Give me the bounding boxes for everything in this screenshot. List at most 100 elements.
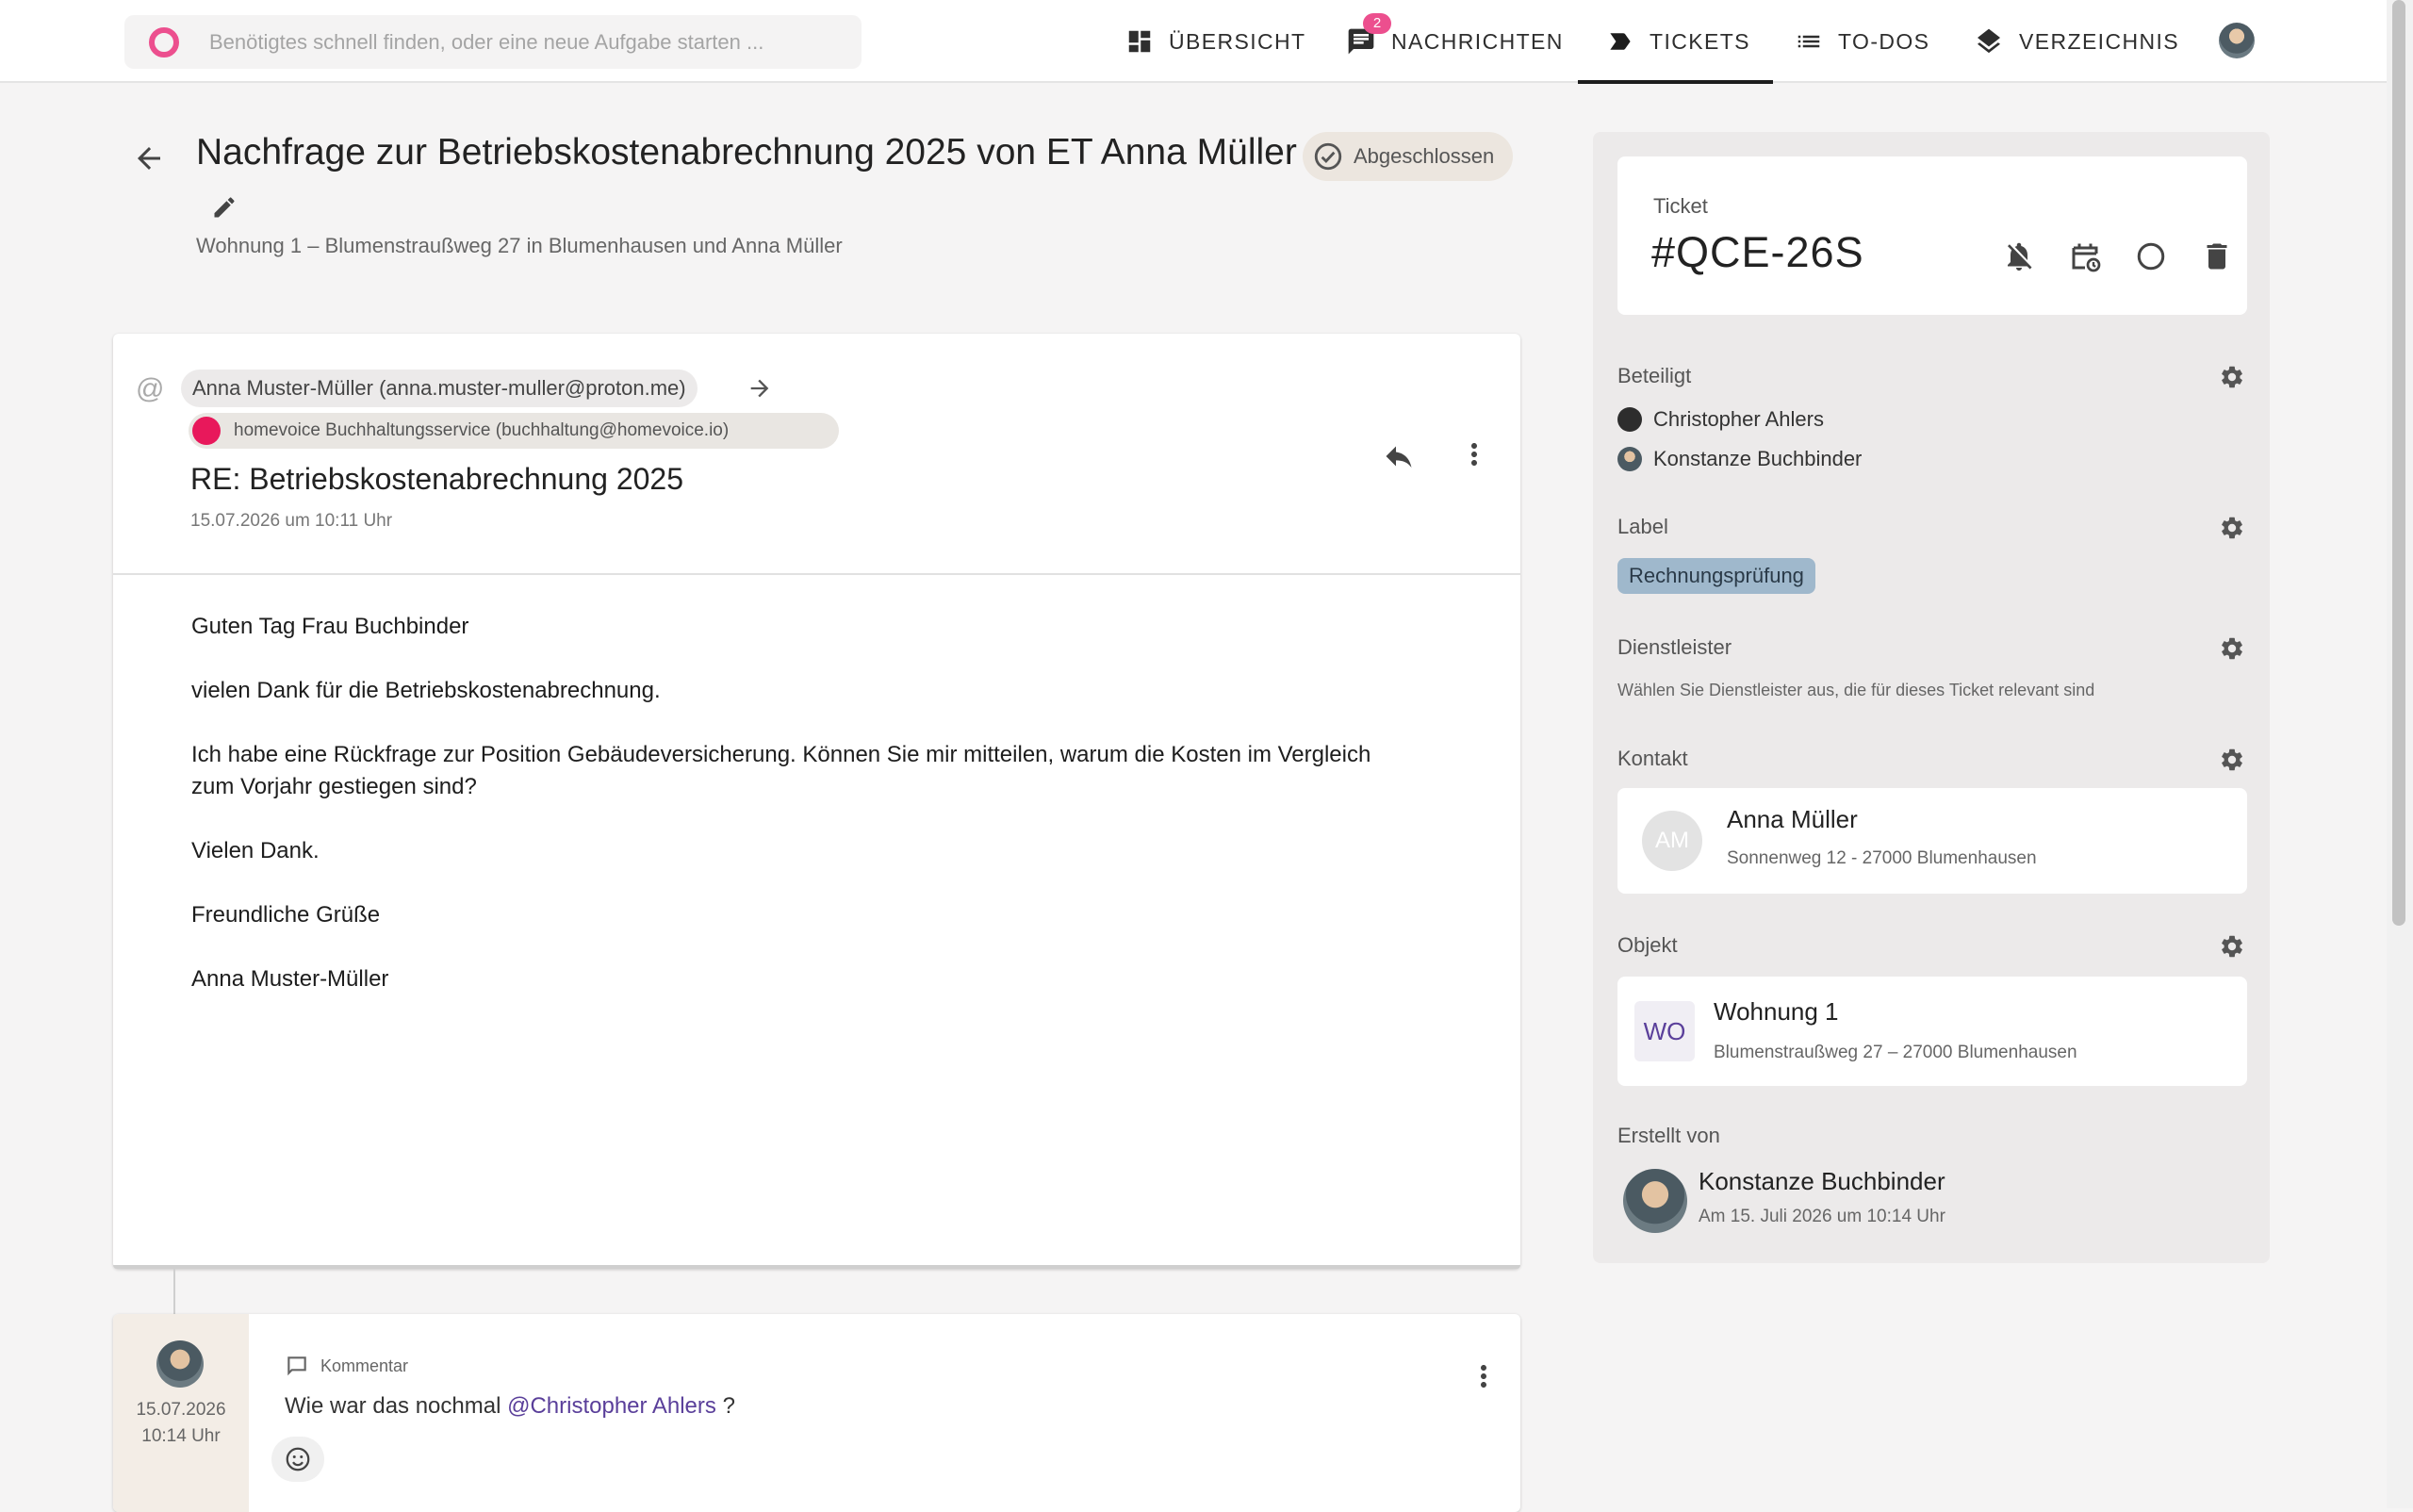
recipient-label: homevoice Buchhaltungsservice (buchhaltu… — [234, 420, 730, 440]
creator-name: Konstanze Buchbinder — [1699, 1167, 1945, 1195]
ticket-label: Ticket — [1653, 194, 1708, 218]
object-settings-button[interactable] — [2219, 933, 2245, 960]
chat-icon: 2 — [1346, 13, 1391, 57]
gear-icon — [2222, 935, 2242, 958]
comment-time: 10:14 Uhr — [141, 1426, 221, 1446]
providers-title: Dienstleister — [1617, 635, 1732, 659]
edit-title-button[interactable] — [211, 194, 238, 221]
comment-icon — [287, 1356, 306, 1376]
comment-author-avatar[interactable] — [156, 1340, 204, 1388]
label-icon — [1606, 27, 1634, 56]
scrollbar[interactable] — [2387, 0, 2413, 1508]
app-logo-icon[interactable] — [149, 26, 179, 58]
recipient-avatar — [192, 417, 221, 445]
comment-date: 15.07.2026 — [136, 1400, 226, 1420]
contact-name: Anna Müller — [1727, 805, 1858, 833]
providers-settings-button[interactable] — [2219, 635, 2245, 662]
calendar-clock-icon — [2072, 243, 2101, 272]
delete-ticket-button[interactable] — [2200, 239, 2234, 273]
label-section-title: Label — [1617, 515, 1668, 538]
object-title: Objekt — [1617, 933, 1678, 957]
contact-avatar: AM — [1642, 811, 1702, 871]
body-paragraph: Vielen Dank. — [191, 838, 320, 863]
layers-icon — [1974, 26, 2004, 57]
recipient-chip[interactable]: homevoice Buchhaltungsservice (buchhaltu… — [189, 413, 839, 449]
gear-icon — [2222, 517, 2242, 539]
nav-uebersicht[interactable]: ÜBERSICHT — [1125, 0, 1306, 83]
comment-type: Kommentar — [285, 1354, 408, 1378]
creator-date: Am 15. Juli 2026 um 10:14 Uhr — [1699, 1207, 1945, 1226]
nav-label: NACHRICHTEN — [1391, 28, 1564, 54]
smiley-icon — [286, 1447, 310, 1471]
reply-button[interactable] — [1382, 439, 1416, 473]
search-input[interactable] — [207, 28, 811, 56]
back-button[interactable] — [132, 141, 166, 175]
contact-title: Kontakt — [1617, 747, 1688, 770]
creator-avatar — [1623, 1169, 1687, 1233]
nav-nachrichten[interactable]: 2 NACHRICHTEN — [1346, 0, 1564, 83]
object-address: Blumenstraußweg 27 – 27000 Blumenhausen — [1714, 1043, 2077, 1062]
comment-more-button[interactable] — [1467, 1359, 1501, 1393]
unread-badge: 2 — [1363, 13, 1391, 34]
circle-icon — [2137, 242, 2165, 271]
schedule-button[interactable] — [2068, 239, 2102, 273]
page-subtitle: Wohnung 1 – Blumenstraußweg 27 in Blumen… — [196, 234, 843, 257]
nav-verzeichnis[interactable]: VERZEICHNIS — [1974, 0, 2179, 83]
comment-text-end: ? — [722, 1393, 735, 1419]
participant-avatar — [1617, 407, 1642, 432]
search-bar[interactable] — [124, 15, 862, 69]
thread-connector — [173, 1269, 175, 1314]
message-more-button[interactable] — [1457, 437, 1491, 471]
participants-settings-button[interactable] — [2219, 364, 2245, 390]
comment-text: Wie war das nochmal @Christopher Ahlers … — [285, 1393, 735, 1420]
status-badge: Abgeschlossen — [1303, 132, 1514, 181]
arrow-forward-icon — [747, 375, 773, 402]
ticket-sidebar: Ticket #QCE-26S Beteiligt Christopher Ah… — [1593, 132, 2270, 1263]
status-toggle-button[interactable] — [2134, 239, 2168, 273]
mute-notifications-button[interactable] — [2002, 239, 2036, 273]
body-paragraph: Freundliche Grüße — [191, 902, 381, 928]
participant-item[interactable]: Konstanze Buchbinder — [1617, 447, 1862, 471]
participant-item[interactable]: Christopher Ahlers — [1617, 407, 1824, 432]
object-name: Wohnung 1 — [1714, 997, 1839, 1026]
comment-card: 15.07.2026 10:14 Uhr Kommentar Wie war d… — [113, 1314, 1520, 1512]
creator-title: Erstellt von — [1617, 1124, 1720, 1147]
message-card: @ Anna Muster-Müller (anna.muster-muller… — [113, 334, 1520, 1269]
status-label: Abgeschlossen — [1354, 144, 1495, 168]
nav-todos[interactable]: TO-DOS — [1795, 0, 1929, 83]
contact-settings-button[interactable] — [2219, 747, 2245, 773]
scrollbar-thumb[interactable] — [2392, 0, 2405, 926]
participant-name: Christopher Ahlers — [1653, 407, 1824, 431]
participant-avatar — [1617, 447, 1642, 471]
nav-label: ÜBERSICHT — [1169, 28, 1306, 54]
list-icon — [1795, 27, 1823, 56]
nav-label: TO-DOS — [1838, 28, 1930, 54]
contact-card[interactable]: AM Anna Müller Sonnenweg 12 - 27000 Blum… — [1617, 788, 2247, 894]
gear-icon — [2222, 748, 2242, 771]
message-date: 15.07.2026 um 10:11 Uhr — [190, 511, 393, 531]
message-subject: RE: Betriebskostenabrechnung 2025 — [190, 462, 684, 496]
sender-chip[interactable]: Anna Muster-Müller (anna.muster-muller@p… — [181, 370, 698, 407]
body-paragraph: vielen Dank für die Betriebskostenabrech… — [191, 678, 661, 703]
nav-label: TICKETS — [1650, 28, 1750, 54]
label-settings-button[interactable] — [2219, 515, 2245, 541]
more-vert-icon — [1471, 443, 1477, 466]
mention-link[interactable]: @Christopher Ahlers — [507, 1393, 716, 1419]
providers-hint: Wählen Sie Dienstleister aus, die für di… — [1617, 681, 2095, 699]
user-avatar[interactable] — [2219, 23, 2255, 58]
gear-icon — [2222, 366, 2242, 388]
label-chip[interactable]: Rechnungsprüfung — [1617, 558, 1815, 594]
comment-text-start: Wie war das nochmal — [285, 1393, 501, 1419]
contact-address: Sonnenweg 12 - 27000 Blumenhausen — [1727, 848, 2037, 868]
participants-title: Beteiligt — [1617, 364, 1692, 387]
ticket-id-card: Ticket #QCE-26S — [1617, 156, 2247, 315]
check-circle-icon — [1314, 142, 1342, 171]
message-body: Guten Tag Frau Buchbinder vielen Dank fü… — [191, 611, 1417, 1027]
object-card[interactable]: WO Wohnung 1 Blumenstraußweg 27 – 27000 … — [1617, 977, 2247, 1086]
object-badge: WO — [1634, 1001, 1695, 1061]
divider — [113, 573, 1520, 575]
add-reaction-button[interactable] — [271, 1437, 324, 1482]
nav-tickets[interactable]: TICKETS — [1578, 0, 1773, 84]
page-title: Nachfrage zur Betriebskostenabrechnung 2… — [196, 132, 1297, 173]
arrow-back-icon — [138, 147, 160, 170]
